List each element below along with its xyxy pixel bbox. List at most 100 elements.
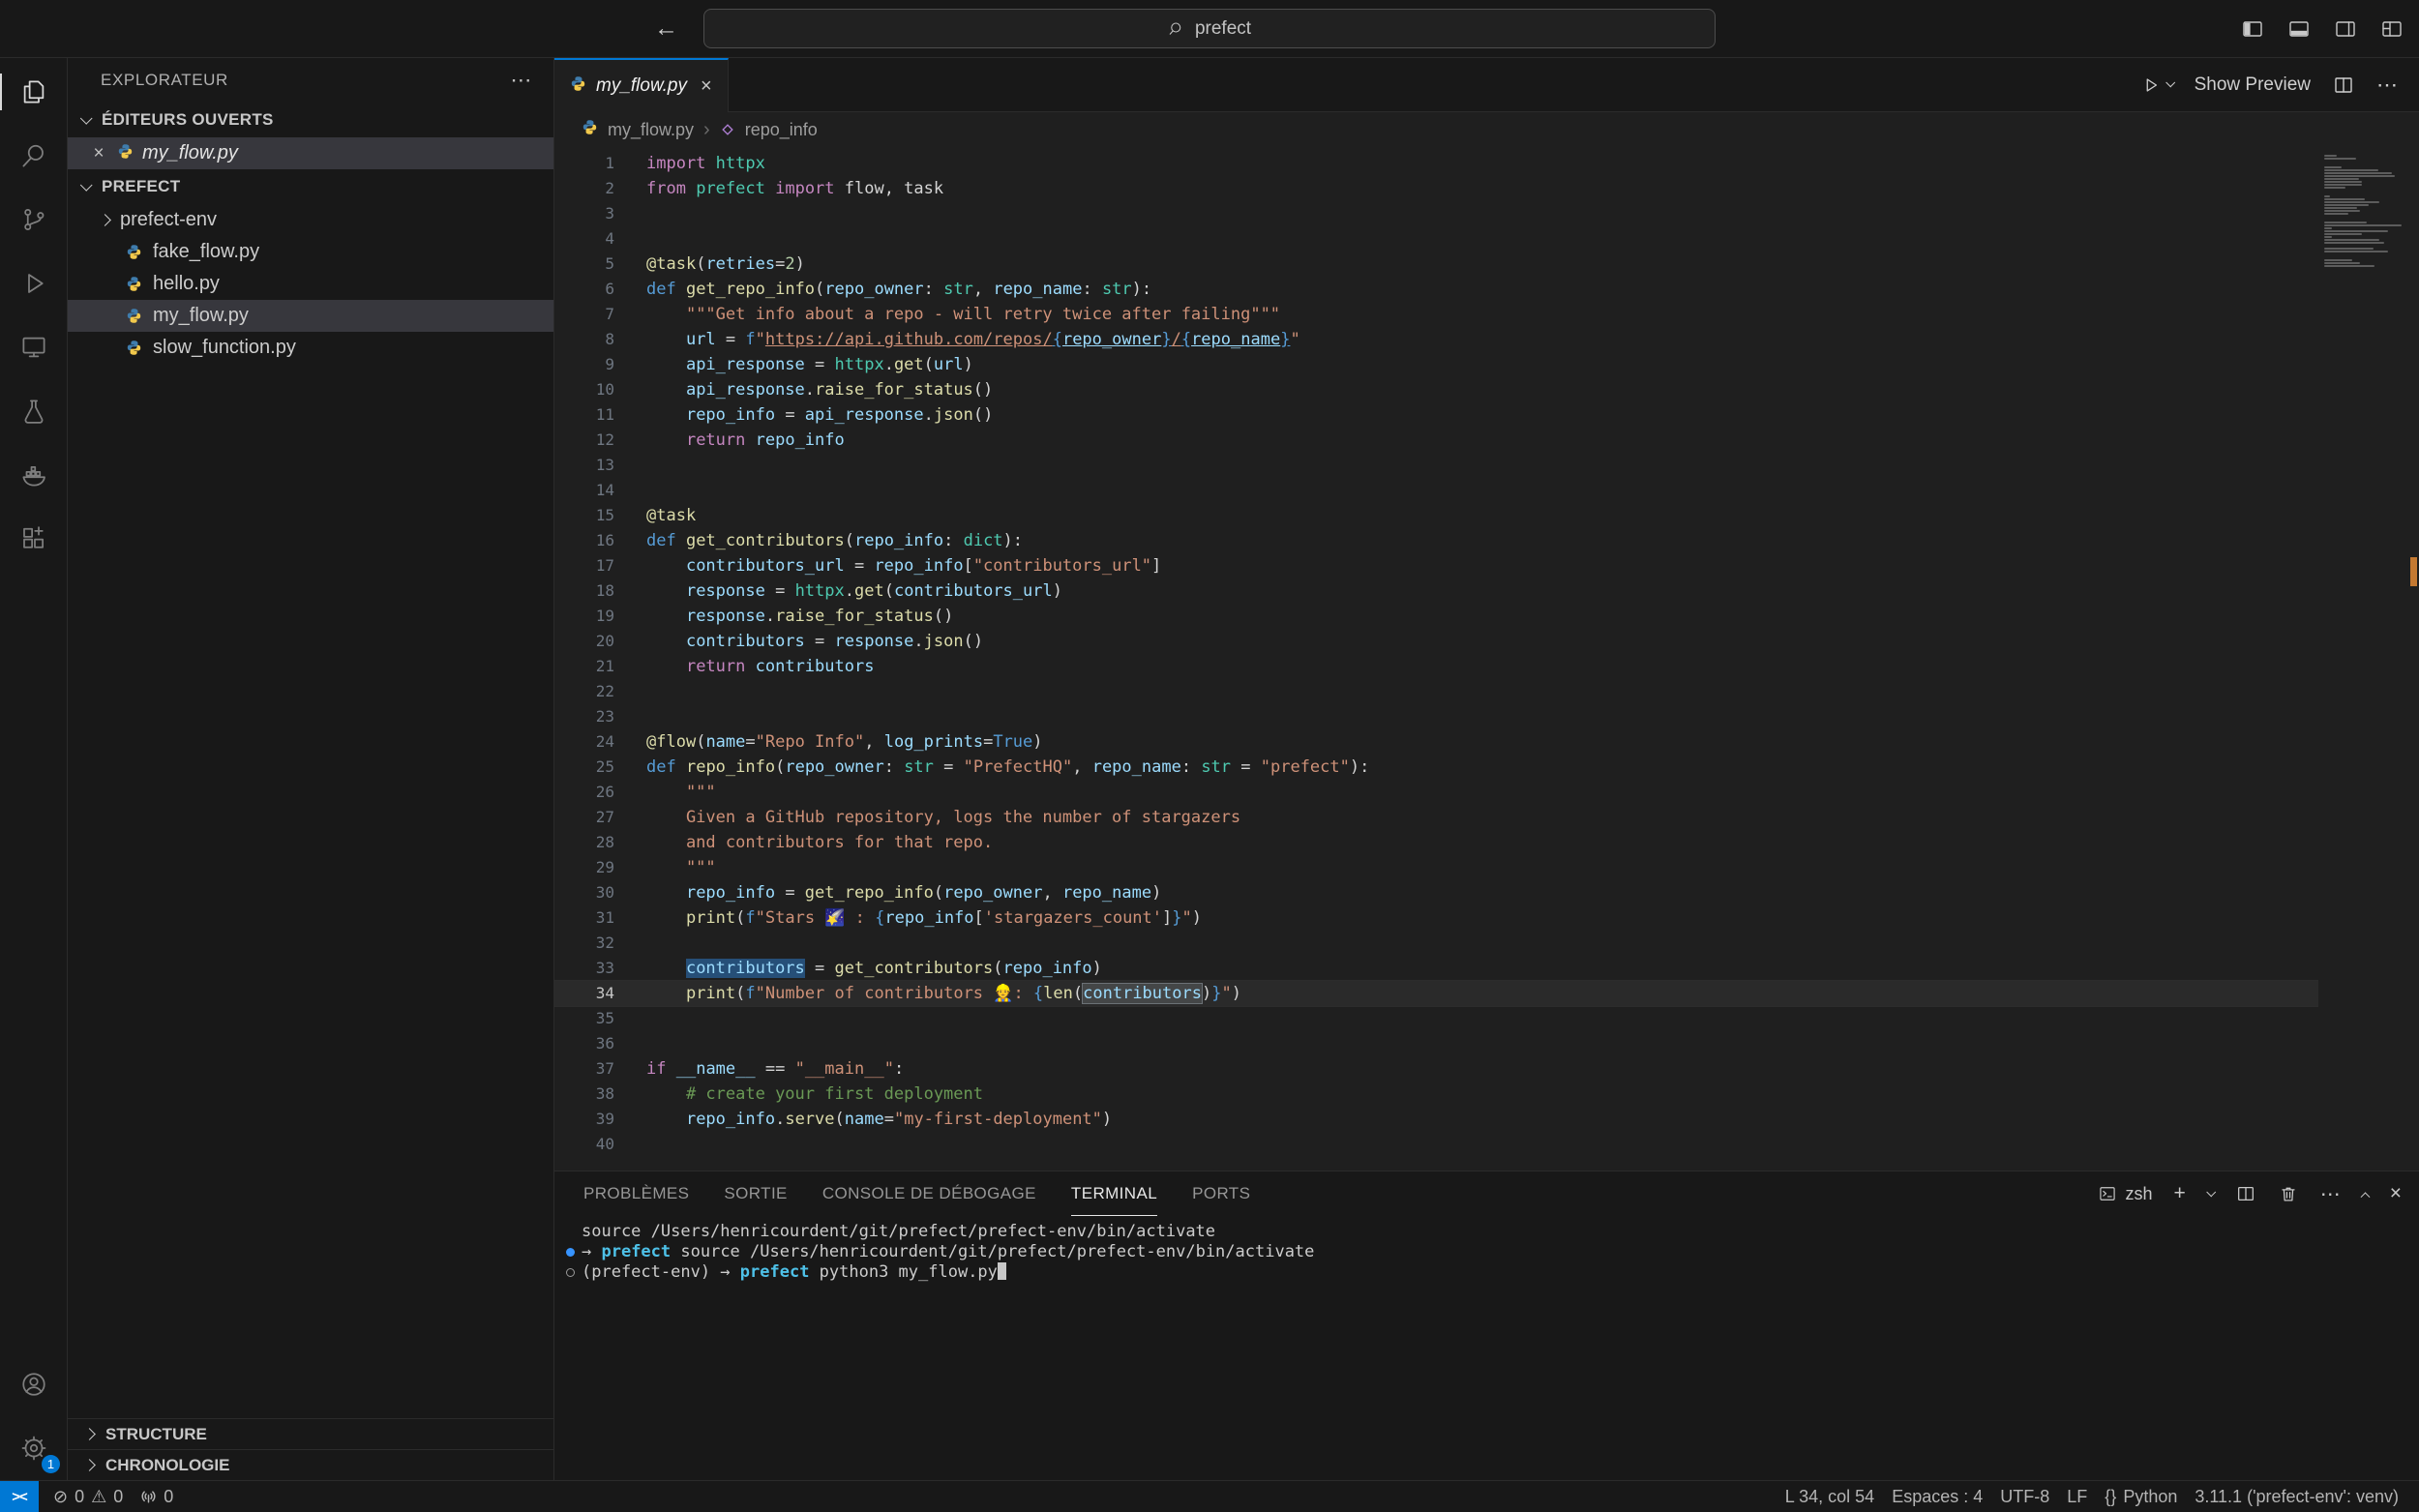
tree-item-prefect-env[interactable]: prefect-env xyxy=(68,204,553,236)
code-line[interactable]: 40 xyxy=(554,1132,2318,1157)
code-line[interactable]: 10 api_response.raise_for_status() xyxy=(554,377,2318,402)
code-line[interactable]: 33 contributors = get_contributors(repo_… xyxy=(554,956,2318,981)
eol-setting[interactable]: LF xyxy=(2058,1487,2096,1507)
activity-accounts[interactable] xyxy=(0,1352,67,1416)
minimap[interactable] xyxy=(2318,147,2407,1171)
code-line[interactable]: 11 repo_info = api_response.json() xyxy=(554,402,2318,428)
close-icon[interactable]: × xyxy=(89,143,108,164)
split-editor-icon[interactable] xyxy=(2332,74,2355,97)
code-line[interactable]: 8 url = f"https://api.github.com/repos/{… xyxy=(554,327,2318,352)
code-line[interactable]: 7 """Get info about a repo - will retry … xyxy=(554,302,2318,327)
command-decoration-icon[interactable] xyxy=(566,1268,575,1277)
code-editor[interactable]: 1import httpx2from prefect import flow, … xyxy=(554,147,2419,1171)
toggle-sidebar-left-icon[interactable] xyxy=(2241,17,2264,41)
code-line[interactable]: 9 api_response = httpx.get(url) xyxy=(554,352,2318,377)
code-line[interactable]: 21 return contributors xyxy=(554,654,2318,679)
encoding-setting[interactable]: UTF-8 xyxy=(1991,1487,2058,1507)
code-line[interactable]: 32 xyxy=(554,931,2318,956)
problems-indicator[interactable]: ⊘ 0 ⚠ 0 xyxy=(45,1487,132,1507)
code-line[interactable]: 26 """ xyxy=(554,780,2318,805)
customize-layout-icon[interactable] xyxy=(2380,17,2404,41)
activity-run-debug[interactable] xyxy=(0,252,67,315)
toggle-panel-icon[interactable] xyxy=(2287,17,2311,41)
code-line[interactable]: 19 response.raise_for_status() xyxy=(554,604,2318,629)
show-preview-button[interactable]: Show Preview xyxy=(2195,74,2311,96)
panel-tab-terminal[interactable]: TERMINAL xyxy=(1071,1171,1157,1216)
tab-my-flow[interactable]: my_flow.py × xyxy=(554,58,729,112)
code-line[interactable]: 31 print(f"Stars 🌠 : {repo_info['stargaz… xyxy=(554,905,2318,931)
code-line[interactable]: 16def get_contributors(repo_info: dict): xyxy=(554,528,2318,553)
chevron-up-icon[interactable] xyxy=(2360,1192,2370,1201)
indentation-setting[interactable]: Espaces : 4 xyxy=(1883,1487,1991,1507)
code-line[interactable]: 34 print(f"Number of contributors 👷: {le… xyxy=(554,981,2318,1006)
more-actions-icon[interactable]: ⋯ xyxy=(510,68,532,93)
ports-indicator[interactable]: 0 xyxy=(132,1487,182,1507)
terminal-output[interactable]: source /Users/henricourdent/git/prefect/… xyxy=(554,1216,2419,1480)
code-line[interactable]: 15@task xyxy=(554,503,2318,528)
section-project[interactable]: PREFECT xyxy=(68,169,553,204)
language-mode[interactable]: {} Python xyxy=(2096,1487,2186,1507)
code-line[interactable]: 3 xyxy=(554,201,2318,226)
code-line[interactable]: 39 repo_info.serve(name="my-first-deploy… xyxy=(554,1107,2318,1132)
code-line[interactable]: 1import httpx xyxy=(554,151,2318,176)
code-line[interactable]: 25def repo_info(repo_owner: str = "Prefe… xyxy=(554,755,2318,780)
python-interpreter[interactable]: 3.11.1 ('prefect-env': venv) xyxy=(2186,1487,2407,1507)
code-line[interactable]: 36 xyxy=(554,1031,2318,1056)
code-line[interactable]: 30 repo_info = get_repo_info(repo_owner,… xyxy=(554,880,2318,905)
code-line[interactable]: 14 xyxy=(554,478,2318,503)
back-icon[interactable]: ← xyxy=(654,15,678,43)
code-line[interactable]: 24@flow(name="Repo Info", log_prints=Tru… xyxy=(554,729,2318,755)
section-open-editors[interactable]: ÉDITEURS OUVERTS xyxy=(68,103,553,137)
remote-indicator[interactable]: >< xyxy=(0,1481,39,1512)
activity-extensions[interactable] xyxy=(0,507,67,571)
code-line[interactable]: 23 xyxy=(554,704,2318,729)
command-center-search[interactable]: prefect xyxy=(703,9,1716,48)
tree-item-hello-py[interactable]: hello.py xyxy=(68,268,553,300)
section-timeline[interactable]: CHRONOLOGIE xyxy=(68,1449,553,1480)
panel-tab-console-de-d-bogage[interactable]: CONSOLE DE DÉBOGAGE xyxy=(822,1171,1036,1216)
code-line[interactable]: 17 contributors_url = repo_info["contrib… xyxy=(554,553,2318,578)
code-line[interactable]: 12 return repo_info xyxy=(554,428,2318,453)
more-actions-icon[interactable]: ⋯ xyxy=(2320,1182,2341,1206)
activity-explorer[interactable] xyxy=(0,60,67,124)
close-icon[interactable]: × xyxy=(701,75,712,98)
panel-tab-probl-mes[interactable]: PROBLÈMES xyxy=(583,1171,689,1216)
cursor-position[interactable]: L 34, col 54 xyxy=(1777,1487,1883,1507)
panel-tab-ports[interactable]: PORTS xyxy=(1192,1171,1250,1216)
activity-source-control[interactable] xyxy=(0,188,67,252)
code-line[interactable]: 2from prefect import flow, task xyxy=(554,176,2318,201)
new-terminal-icon[interactable]: + xyxy=(2173,1182,2185,1205)
code-line[interactable]: 5@task(retries=2) xyxy=(554,252,2318,277)
tree-item-slow_function-py[interactable]: slow_function.py xyxy=(68,332,553,364)
overview-ruler[interactable] xyxy=(2407,147,2419,1171)
activity-settings[interactable]: 1 xyxy=(0,1416,67,1480)
code-line[interactable]: 37if __name__ == "__main__": xyxy=(554,1056,2318,1082)
terminal-profile[interactable]: zsh xyxy=(2098,1184,2152,1204)
tree-item-my_flow-py[interactable]: my_flow.py xyxy=(68,300,553,332)
code-line[interactable]: 38 # create your first deployment xyxy=(554,1082,2318,1107)
close-panel-icon[interactable]: × xyxy=(2390,1182,2402,1205)
breadcrumb-symbol[interactable]: repo_info xyxy=(745,120,818,140)
activity-testing[interactable] xyxy=(0,379,67,443)
code-line[interactable]: 22 xyxy=(554,679,2318,704)
more-actions-icon[interactable]: ⋯ xyxy=(2376,73,2398,98)
tree-item-fake_flow-py[interactable]: fake_flow.py xyxy=(68,236,553,268)
section-outline[interactable]: STRUCTURE xyxy=(68,1418,553,1449)
code-line[interactable]: 20 contributors = response.json() xyxy=(554,629,2318,654)
code-line[interactable]: 28 and contributors for that repo. xyxy=(554,830,2318,855)
split-terminal-icon[interactable] xyxy=(2235,1183,2256,1204)
code-line[interactable]: 13 xyxy=(554,453,2318,478)
activity-search[interactable] xyxy=(0,124,67,188)
panel-tab-sortie[interactable]: SORTIE xyxy=(724,1171,787,1216)
code-line[interactable]: 35 xyxy=(554,1006,2318,1031)
code-line[interactable]: 6def get_repo_info(repo_owner: str, repo… xyxy=(554,277,2318,302)
trash-icon[interactable] xyxy=(2278,1183,2299,1204)
command-decoration-icon[interactable] xyxy=(566,1248,575,1257)
code-line[interactable]: 27 Given a GitHub repository, logs the n… xyxy=(554,805,2318,830)
code-line[interactable]: 4 xyxy=(554,226,2318,252)
run-python-file-button[interactable] xyxy=(2139,74,2173,96)
toggle-sidebar-right-icon[interactable] xyxy=(2334,17,2357,41)
code-line[interactable]: 29 """ xyxy=(554,855,2318,880)
activity-docker[interactable] xyxy=(0,443,67,507)
chevron-down-icon[interactable] xyxy=(2206,1187,2216,1197)
